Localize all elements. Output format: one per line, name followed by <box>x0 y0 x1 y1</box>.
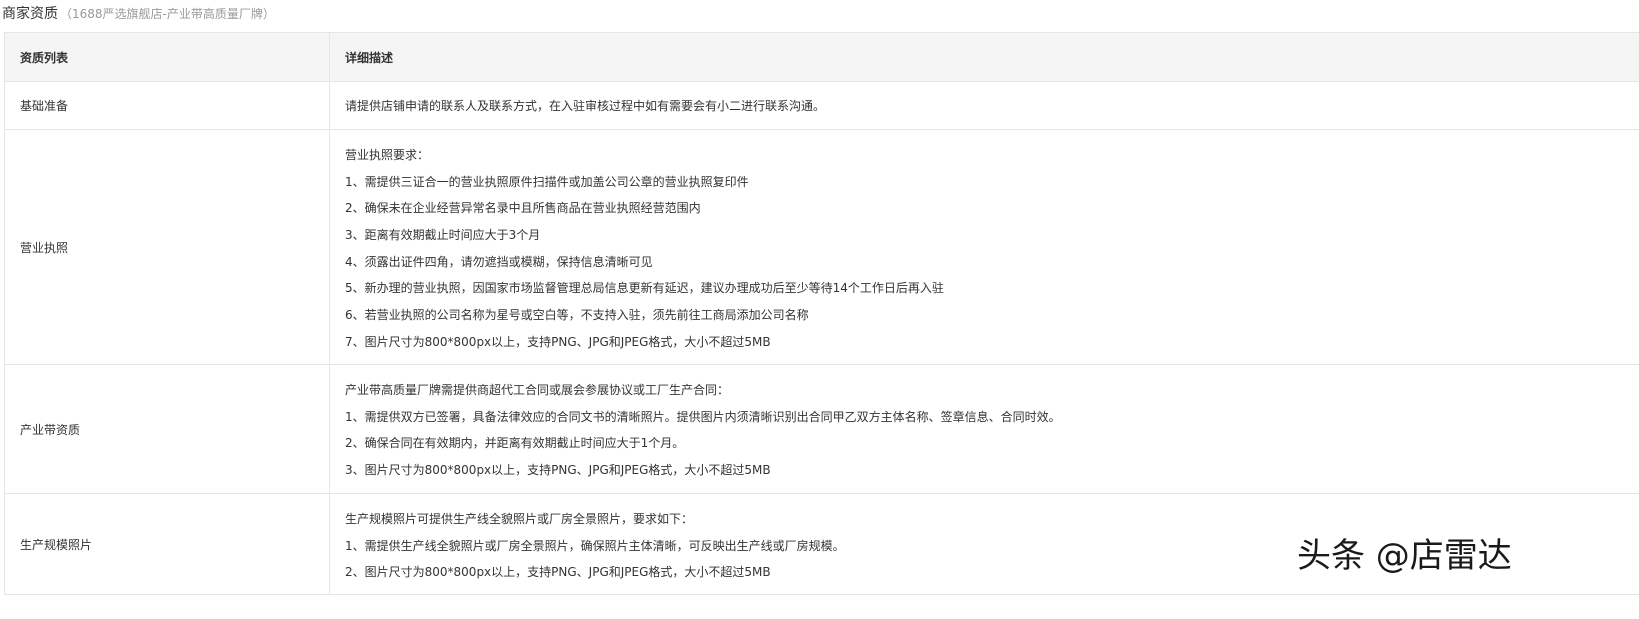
qualification-description: 营业执照要求： 1、需提供三证合一的营业执照原件扫描件或加盖公司公章的营业执照复… <box>330 130 1639 364</box>
qualification-description: 请提供店铺申请的联系人及联系方式，在入驻审核过程中如有需要会有小二进行联系沟通。 <box>345 99 826 113</box>
qualification-table: 资质列表 详细描述 基础准备 请提供店铺申请的联系人及联系方式，在入驻审核过程中… <box>4 32 1639 595</box>
qualification-name: 生产规模照片 <box>5 494 330 594</box>
qualification-name: 基础准备 <box>5 82 330 129</box>
table-row: 产业带资质 产业带高质量厂牌需提供商超代工合同或展会参展协议或工厂生产合同： 1… <box>5 365 1639 494</box>
description-line: 5、新办理的营业执照，因国家市场监督管理总局信息更新有延迟，建议办理成功后至少等… <box>345 281 944 296</box>
description-line: 1、需提供三证合一的营业执照原件扫描件或加盖公司公章的营业执照复印件 <box>345 174 749 189</box>
description-line: 3、距离有效期截止时间应大于3个月 <box>345 228 541 243</box>
column-header-description: 详细描述 <box>345 50 394 65</box>
watermark: 头条 @店雷达 <box>1297 536 1512 576</box>
table-row: 营业执照 营业执照要求： 1、需提供三证合一的营业执照原件扫描件或加盖公司公章的… <box>5 130 1639 365</box>
table-header-row: 资质列表 详细描述 <box>5 33 1639 82</box>
description-line: 1、需提供双方已签署，具备法律效应的合同文书的清晰照片。提供图片内须清晰识别出合… <box>345 409 1061 424</box>
qualification-description: 产业带高质量厂牌需提供商超代工合同或展会参展协议或工厂生产合同： 1、需提供双方… <box>330 365 1639 493</box>
page-title: 商家资质 <box>2 6 58 22</box>
page-subtitle: （1688严选旗舰店-产业带高质量厂牌） <box>60 6 275 21</box>
description-line: 7、图片尺寸为800*800px以上，支持PNG、JPG和JPEG格式，大小不超… <box>345 334 771 349</box>
description-line: 2、确保未在企业经营异常名录中且所售商品在营业执照经营范围内 <box>345 201 701 216</box>
column-header-qualification: 资质列表 <box>5 33 330 81</box>
table-row: 基础准备 请提供店铺申请的联系人及联系方式，在入驻审核过程中如有需要会有小二进行… <box>5 82 1639 130</box>
section-title: 商家资质 （1688严选旗舰店-产业带高质量厂牌） <box>2 0 275 26</box>
description-line: 2、确保合同在有效期内，并距离有效期截止时间应大于1个月。 <box>345 436 685 451</box>
qualification-name: 产业带资质 <box>5 365 330 493</box>
description-line: 营业执照要求： <box>345 148 430 162</box>
qualification-name: 营业执照 <box>5 130 330 364</box>
description-line: 3、图片尺寸为800*800px以上，支持PNG、JPG和JPEG格式，大小不超… <box>345 463 771 478</box>
description-line: 产业带高质量厂牌需提供商超代工合同或展会参展协议或工厂生产合同： <box>345 383 730 397</box>
description-line: 4、须露出证件四角，请勿遮挡或模糊，保持信息清晰可见 <box>345 254 653 269</box>
description-line: 6、若营业执照的公司名称为星号或空白等，不支持入驻，须先前往工商局添加公司名称 <box>345 308 809 323</box>
